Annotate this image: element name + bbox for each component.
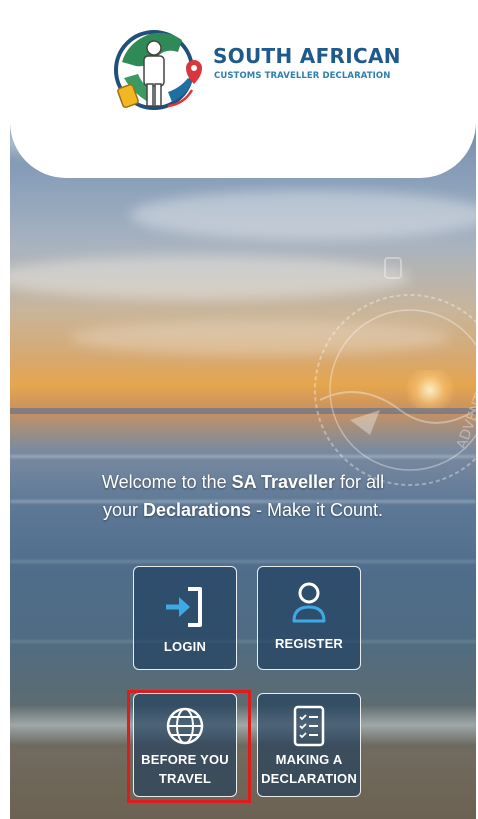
making-a-declaration-label: MAKING A DECLARATION	[261, 752, 357, 786]
watermark-text: ADVENT URES	[454, 352, 476, 451]
traveller-logo-icon	[114, 30, 202, 110]
wave	[10, 640, 476, 643]
brand-subtitle: CUSTOMS TRAVELLER DECLARATION	[214, 71, 391, 81]
brand-title: SOUTH AFRICAN	[213, 44, 401, 68]
login-button[interactable]: LOGIN	[133, 566, 237, 670]
making-a-declaration-button[interactable]: MAKING A DECLARATION	[257, 693, 361, 797]
declarations-emphasis: Declarations	[142, 500, 252, 520]
globe-icon	[134, 706, 236, 746]
register-label: REGISTER	[274, 636, 344, 651]
user-icon	[258, 581, 360, 625]
register-button[interactable]: REGISTER	[257, 566, 361, 670]
app-screen: ADVENT URES SOUTH AFRICAN CUSTOMS TRAVEL…	[10, 0, 476, 819]
welcome-line-2: your Declarations - Make it Count.	[102, 500, 384, 520]
sea-foam	[10, 705, 476, 745]
login-label: LOGIN	[163, 639, 207, 654]
app-header: SOUTH AFRICAN CUSTOMS TRAVELLER DECLARAT…	[10, 0, 476, 178]
wave	[10, 560, 476, 563]
app-name: SA Traveller	[231, 472, 336, 492]
before-you-travel-label: BEFORE YOU TRAVEL	[141, 752, 229, 786]
welcome-line-1: Welcome to the SA Traveller for all	[101, 472, 385, 492]
before-you-travel-button[interactable]: BEFORE YOU TRAVEL	[133, 693, 237, 797]
welcome-message: Welcome to the SA Traveller for all your…	[10, 468, 476, 524]
login-icon	[134, 585, 236, 629]
sky-cloud	[130, 190, 476, 240]
checklist-icon	[258, 704, 360, 748]
